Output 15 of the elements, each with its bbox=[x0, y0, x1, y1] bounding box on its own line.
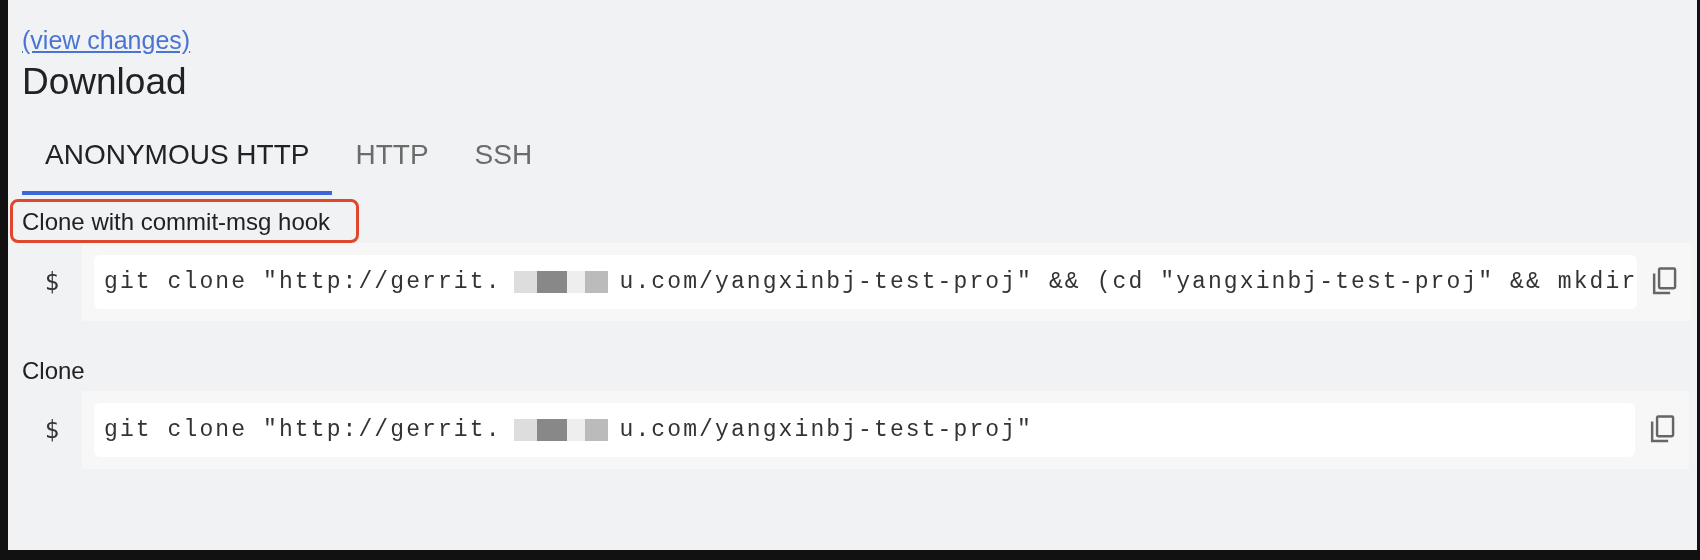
command-text: git clone "http://gerrit. bbox=[104, 417, 502, 443]
section-heading: Download bbox=[22, 61, 187, 103]
command-text: git clone "http://gerrit. bbox=[104, 269, 502, 295]
tab[interactable]: SSH bbox=[451, 131, 556, 195]
command-label: Clone bbox=[22, 356, 86, 386]
tab[interactable]: HTTP bbox=[332, 131, 452, 195]
view-changes-link[interactable]: (view changes) bbox=[22, 26, 191, 55]
tab[interactable]: ANONYMOUS HTTP bbox=[22, 131, 333, 195]
prompt-symbol: $ bbox=[43, 416, 61, 444]
command-field[interactable]: git clone "http://gerrit. u.com/yangxinbj-test-proj" bbox=[94, 403, 1635, 457]
command-field[interactable]: git clone "http://gerrit. u.com/yangxinbj-test-proj" && (cd "yangxinbj-test-proj" && mkdir bbox=[94, 255, 1638, 309]
command-label: Clone with commit-msg hook bbox=[10, 199, 360, 243]
command-text: u.com/yangxinbj-test-proj" && (cd "yangxinbj-test-proj" && mkdir bbox=[619, 269, 1638, 295]
command-text: u.com/yangxinbj-test-proj" bbox=[619, 417, 1034, 443]
prompt-symbol: $ bbox=[43, 268, 61, 296]
